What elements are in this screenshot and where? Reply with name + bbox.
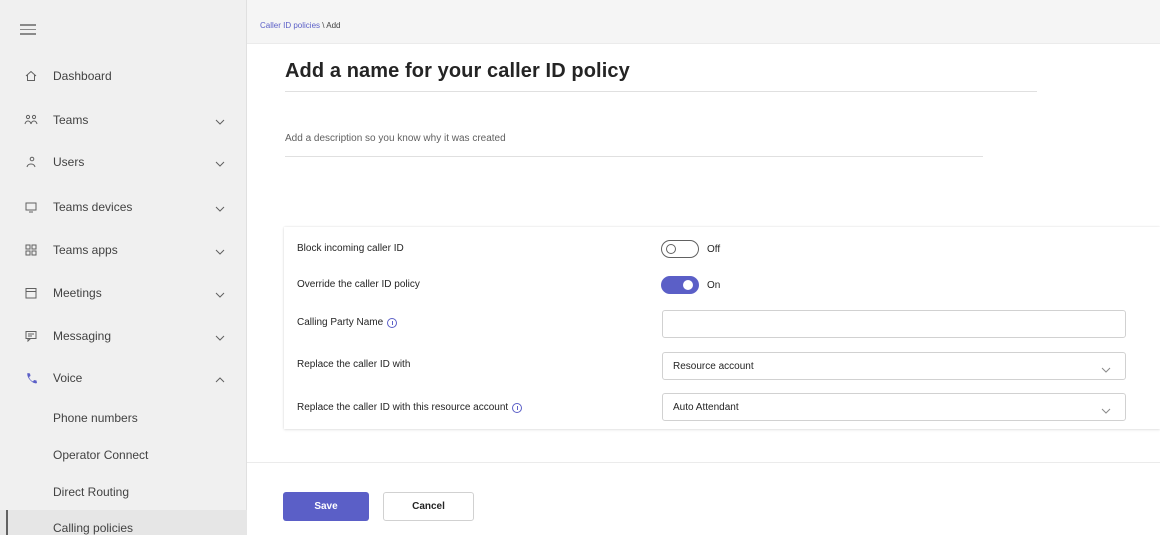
- nav-subitem-operator-connect[interactable]: Operator Connect: [0, 437, 247, 473]
- breadcrumb: Caller ID policies \ Add: [260, 21, 341, 30]
- nav-label: Messaging: [53, 329, 112, 343]
- replace-caller-id-dropdown[interactable]: Resource account: [662, 352, 1126, 380]
- breadcrumb-current: Add: [326, 21, 341, 30]
- footer-divider: [247, 462, 1160, 463]
- nav-sublabel: Operator Connect: [53, 448, 149, 462]
- left-navigation: Dashboard Teams Users Teams devices Team…: [0, 0, 247, 535]
- setting-label: Block incoming caller ID: [297, 243, 404, 254]
- nav-sublabel: Calling policies: [53, 521, 134, 535]
- chevron-down-icon[interactable]: [215, 245, 225, 255]
- nav-label: Dashboard: [53, 69, 112, 83]
- phone-icon: [24, 371, 38, 385]
- nav-label: Teams devices: [53, 200, 133, 214]
- chevron-down-icon[interactable]: [215, 288, 225, 298]
- users-icon: [24, 155, 38, 169]
- calendar-icon: [24, 286, 38, 300]
- breadcrumb-link-caller-id-policies[interactable]: Caller ID policies: [260, 21, 320, 30]
- override-toggle[interactable]: [661, 276, 699, 294]
- nav-label: Voice: [53, 371, 83, 385]
- setting-label: Override the caller ID policy: [297, 279, 420, 290]
- chevron-down-icon[interactable]: [215, 157, 225, 167]
- nav-subitem-phone-numbers[interactable]: Phone numbers: [0, 400, 247, 436]
- apps-icon: [24, 243, 38, 257]
- nav-subitem-direct-routing[interactable]: Direct Routing: [0, 474, 247, 510]
- toggle-state-label: Off: [707, 244, 721, 255]
- block-incoming-toggle[interactable]: [661, 240, 699, 258]
- nav-item-teams[interactable]: Teams: [0, 100, 247, 140]
- nav-item-users[interactable]: Users: [0, 142, 247, 182]
- dropdown-value: Auto Attendant: [673, 402, 739, 413]
- message-icon: [24, 329, 38, 343]
- setting-label: Replace the caller ID with this resource…: [297, 402, 509, 413]
- home-icon: [24, 69, 38, 83]
- teams-icon: [24, 113, 38, 127]
- policy-description-placeholder: Add a description so you know why it was…: [285, 133, 506, 144]
- nav-subitem-calling-policies[interactable]: Calling policies: [0, 510, 247, 535]
- chevron-up-icon[interactable]: [215, 373, 225, 383]
- nav-label: Users: [53, 155, 85, 169]
- info-icon[interactable]: [512, 402, 523, 413]
- setting-row-block-incoming: Block incoming caller ID Off: [284, 231, 1160, 267]
- policy-name-placeholder: Add a name for your caller ID policy: [285, 60, 630, 82]
- setting-row-replace: Replace the caller ID with Resource acco…: [284, 348, 1160, 384]
- nav-item-messaging[interactable]: Messaging: [0, 316, 247, 356]
- chevron-down-icon: [1101, 363, 1111, 373]
- resource-account-dropdown[interactable]: Auto Attendant: [662, 393, 1126, 421]
- nav-item-meetings[interactable]: Meetings: [0, 273, 247, 313]
- nav-item-dashboard[interactable]: Dashboard: [0, 56, 247, 96]
- setting-label-with-info: Calling Party Name: [297, 317, 398, 328]
- setting-row-replace-resource: Replace the caller ID with this resource…: [284, 391, 1160, 427]
- setting-label-with-info: Replace the caller ID with this resource…: [297, 402, 523, 413]
- chevron-down-icon: [1101, 404, 1111, 414]
- nav-label: Meetings: [53, 286, 102, 300]
- selection-indicator: [6, 510, 8, 535]
- nav-label: Teams: [53, 113, 89, 127]
- calling-party-name-input[interactable]: [662, 310, 1126, 338]
- settings-card: Block incoming caller ID Off Override th…: [284, 227, 1160, 429]
- devices-icon: [24, 200, 38, 214]
- nav-item-voice[interactable]: Voice: [0, 358, 247, 398]
- main-content: Caller ID policies \ Add Add a name for …: [247, 0, 1160, 535]
- chevron-down-icon[interactable]: [215, 115, 225, 125]
- nav-label: Teams apps: [53, 243, 118, 257]
- dropdown-value: Resource account: [673, 361, 754, 372]
- setting-label: Calling Party Name: [297, 317, 384, 328]
- info-icon[interactable]: [387, 317, 398, 328]
- toggle-state-label: On: [707, 280, 721, 291]
- policy-name-input[interactable]: Add a name for your caller ID policy: [285, 60, 1037, 92]
- nav-sublabel: Direct Routing: [53, 485, 130, 499]
- chevron-down-icon[interactable]: [215, 331, 225, 341]
- nav-item-teams-apps[interactable]: Teams apps: [0, 230, 247, 270]
- save-button[interactable]: Save: [283, 492, 369, 521]
- top-bar: Caller ID policies \ Add: [247, 0, 1160, 44]
- setting-row-calling-party: Calling Party Name: [284, 306, 1160, 342]
- chevron-down-icon[interactable]: [215, 202, 225, 212]
- nav-sublabel: Phone numbers: [53, 411, 138, 425]
- hamburger-menu-icon[interactable]: [20, 24, 36, 36]
- policy-description-input[interactable]: Add a description so you know why it was…: [285, 130, 983, 157]
- setting-row-override: Override the caller ID policy On: [284, 267, 1160, 303]
- nav-item-teams-devices[interactable]: Teams devices: [0, 187, 247, 227]
- setting-label: Replace the caller ID with: [297, 359, 411, 370]
- cancel-button[interactable]: Cancel: [383, 492, 474, 521]
